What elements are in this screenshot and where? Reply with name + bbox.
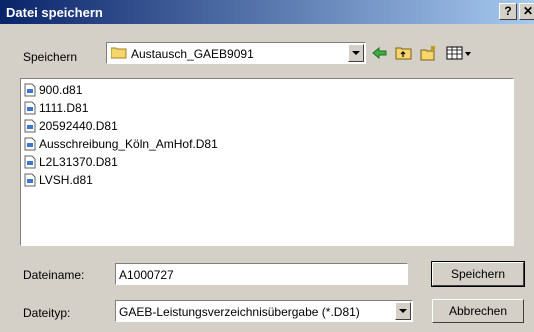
file-item[interactable]: LVSH.d81	[24, 171, 93, 189]
file-item[interactable]: L2L31370.D81	[24, 153, 118, 171]
document-icon	[24, 137, 36, 151]
file-name: LVSH.d81	[39, 173, 93, 187]
file-item[interactable]: 1111.D81	[24, 99, 88, 117]
folder-dropdown-button[interactable]	[348, 44, 364, 62]
document-icon	[24, 119, 36, 133]
filename-input[interactable]: A1000727	[115, 263, 408, 285]
filetype-value: GAEB-Leistungsverzeichnisübergabe (*.D81…	[119, 305, 360, 319]
document-icon	[24, 83, 36, 97]
document-icon	[24, 155, 36, 169]
save-button[interactable]: Speichern	[431, 261, 525, 287]
file-name: 900.d81	[39, 83, 83, 97]
new-folder-icon[interactable]	[420, 45, 438, 61]
folder-value: Austausch_GAEB9091	[131, 47, 254, 61]
title-bar[interactable]: Datei speichern ? ✕	[0, 0, 534, 24]
view-menu-icon[interactable]	[446, 45, 472, 61]
filetype-combobox[interactable]: GAEB-Leistungsverzeichnisübergabe (*.D81…	[115, 300, 413, 322]
save-dialog: Datei speichern ? ✕ Speichern Austausch_…	[0, 0, 534, 332]
file-name: 1111.D81	[39, 101, 89, 115]
file-item[interactable]: 900.d81	[24, 81, 82, 99]
cancel-button[interactable]: Abbrechen	[432, 299, 524, 323]
file-item[interactable]: Ausschreibung_Köln_AmHof.D81	[24, 135, 218, 153]
back-icon[interactable]	[371, 45, 389, 61]
up-folder-icon[interactable]	[395, 45, 413, 61]
document-icon	[24, 101, 36, 115]
file-list[interactable]: 900.d81 1111.D81 20592440.D81 Ausschreib…	[20, 78, 514, 246]
window-title: Datei speichern	[6, 5, 103, 20]
file-name: Ausschreibung_Köln_AmHof.D81	[39, 137, 218, 151]
filetype-label: Dateityp:	[23, 306, 71, 320]
filename-label: Dateiname:	[23, 268, 85, 282]
filename-value: A1000727	[119, 268, 174, 282]
file-name: L2L31370.D81	[39, 155, 118, 169]
save-in-label: Speichern	[23, 50, 78, 64]
file-name: 20592440.D81	[39, 119, 118, 133]
document-icon	[24, 173, 36, 187]
file-item[interactable]: 20592440.D81	[24, 117, 118, 135]
help-button[interactable]: ?	[499, 3, 517, 20]
folder-combobox[interactable]: Austausch_GAEB9091	[106, 42, 366, 64]
filetype-dropdown-button[interactable]	[395, 302, 411, 320]
folder-icon	[111, 47, 127, 59]
close-button[interactable]: ✕	[519, 3, 534, 20]
